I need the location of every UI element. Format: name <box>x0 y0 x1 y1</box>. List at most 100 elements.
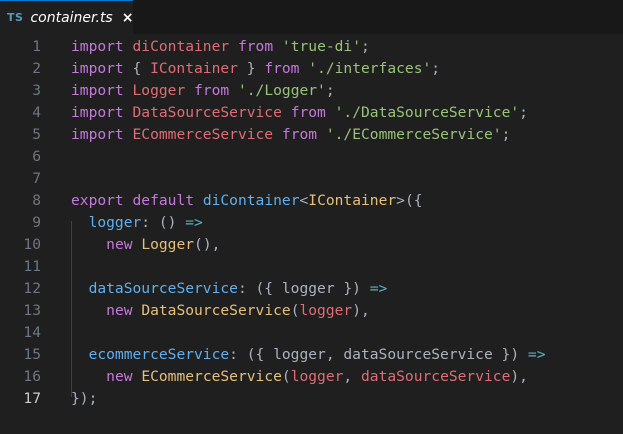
code-line[interactable]: 13 new DataSourceService(logger), <box>0 300 623 322</box>
code-line[interactable]: 14 <box>0 322 623 344</box>
code-token: < <box>299 192 309 209</box>
tab-filename: container.ts <box>30 9 113 26</box>
code-token: 'true-di' <box>281 38 361 55</box>
code-text: logger: () => <box>71 212 203 234</box>
code-text: import diContainer from 'true-di'; <box>71 36 370 58</box>
code-token: ECommerceService <box>141 368 282 385</box>
code-token: ; <box>361 38 370 55</box>
code-token: ; <box>431 60 441 77</box>
code-line[interactable]: 5 import ECommerceService from './ECommer… <box>0 124 623 146</box>
code-line[interactable]: 15 ecommerceService: ({ logger, dataSour… <box>0 344 623 366</box>
code-line[interactable]: 16 new ECommerceService(logger, dataSour… <box>0 366 623 388</box>
code-token: logger <box>299 302 353 319</box>
code-editor[interactable]: 1 import diContainer from 'true-di'; 2 impo… <box>0 36 623 434</box>
code-line[interactable]: 4 import DataSourceService from './DataSo… <box>0 102 623 124</box>
code-token: from <box>290 104 326 121</box>
code-token: diContainer <box>202 192 300 209</box>
line-number: 16 <box>23 368 41 385</box>
code-token: ( <box>281 368 291 385</box>
code-token: IContainer <box>308 192 397 209</box>
tab-container-ts[interactable]: TS container.ts × <box>0 0 133 34</box>
code-token: new <box>106 368 133 385</box>
line-number: 4 <box>32 104 41 121</box>
code-line[interactable]: 8 export default diContainer<IContainer>(… <box>0 190 623 212</box>
code-token: >({ <box>396 192 423 209</box>
code-text: import DataSourceService from './DataSou… <box>71 102 528 124</box>
code-token: => <box>527 346 546 363</box>
line-number: 14 <box>23 324 41 341</box>
code-line[interactable]: 11 <box>0 256 623 278</box>
code-line[interactable]: 10 new Logger(), <box>0 234 623 256</box>
code-token: './ECommerceService' <box>325 126 502 143</box>
code-text: import { IContainer } from './interfaces… <box>71 58 440 80</box>
code-token: import <box>71 126 124 143</box>
code-line[interactable]: 3 import Logger from './Logger'; <box>0 80 623 102</box>
line-number: 11 <box>23 258 41 275</box>
code-token: : ({ logger, dataSourceService }) <box>229 346 528 363</box>
line-number: 13 <box>23 302 41 319</box>
line-number: 6 <box>32 148 41 165</box>
code-token: import <box>71 104 124 121</box>
code-token: ECommerceService <box>132 126 274 143</box>
line-number: 8 <box>32 192 41 209</box>
code-token: IContainer <box>150 60 238 77</box>
code-token: logger <box>290 368 344 385</box>
code-token: DataSourceService <box>141 302 291 319</box>
code-token: new <box>106 302 133 319</box>
line-number: 1 <box>32 38 41 55</box>
line-number: 3 <box>32 82 41 99</box>
code-text: }); <box>71 388 97 410</box>
code-token: import <box>71 38 124 55</box>
code-token: Logger <box>132 82 186 99</box>
line-number: 17 <box>23 390 41 407</box>
code-token: : () <box>141 214 186 231</box>
code-token: './Logger' <box>237 82 326 99</box>
code-token: import <box>71 60 124 77</box>
code-token: (), <box>194 236 221 253</box>
code-line[interactable]: 7 <box>0 168 623 190</box>
line-number: 2 <box>32 60 41 77</box>
code-line[interactable]: 12 dataSourceService: ({ logger }) => <box>0 278 623 300</box>
code-text: import Logger from './Logger'; <box>71 80 335 102</box>
code-token: logger <box>88 214 142 231</box>
code-token: dataSourceService <box>361 368 511 385</box>
line-number: 7 <box>32 170 41 187</box>
code-line[interactable]: 2 import { IContainer } from './interface… <box>0 58 623 80</box>
code-token: => <box>369 280 388 297</box>
code-token: ), <box>352 302 370 319</box>
code-line[interactable]: 9 logger: () => <box>0 212 623 234</box>
code-token: { <box>123 60 151 77</box>
code-token: ), <box>510 368 528 385</box>
code-line[interactable]: 17}); <box>0 388 623 410</box>
code-token: new <box>106 236 133 253</box>
code-token: ; <box>501 126 511 143</box>
code-line[interactable]: 6 <box>0 146 623 168</box>
line-number: 5 <box>32 126 41 143</box>
code-line[interactable]: 1 import diContainer from 'true-di'; <box>0 36 623 58</box>
line-number: 10 <box>23 236 41 253</box>
code-token: './DataSourceService' <box>334 104 520 121</box>
line-number: 12 <box>23 280 41 297</box>
code-text: import ECommerceService from './ECommerc… <box>71 124 510 146</box>
close-icon[interactable]: × <box>122 10 134 26</box>
code-token: import <box>71 82 124 99</box>
tab-bar: TS container.ts × <box>0 0 623 34</box>
